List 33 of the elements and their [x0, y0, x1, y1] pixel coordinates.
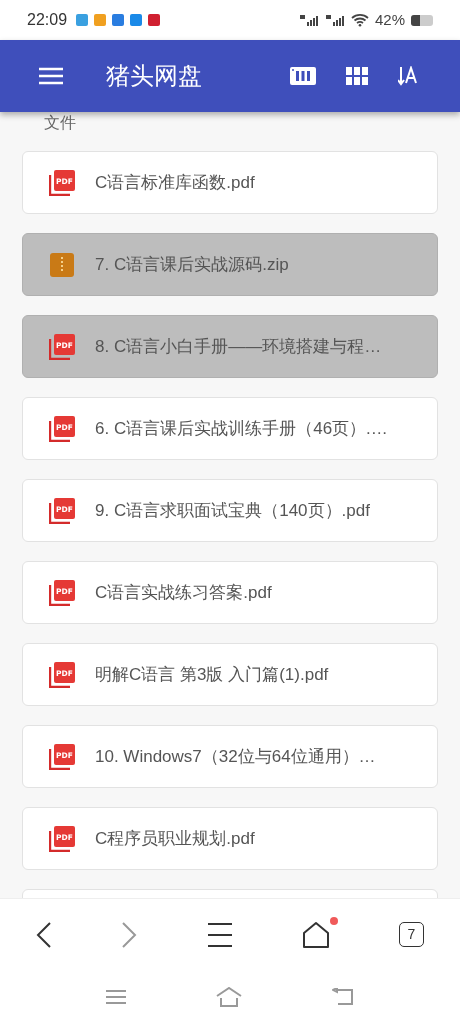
menu-icon[interactable] [206, 921, 233, 948]
back-icon[interactable] [36, 921, 52, 948]
battery-percentage: 42% [374, 9, 405, 30]
file-name: 8. C语言小白手册——环境搭建与程… [95, 335, 382, 358]
section-label: 文件 [44, 113, 76, 133]
signal-icon [324, 14, 345, 26]
file-name: 明解C语言 第3版 入门篇(1).pdf [95, 663, 329, 686]
list-view-icon[interactable] [290, 67, 316, 85]
file-name: 9. C语言求职面试宝典（140页）.pdf [95, 499, 370, 522]
file-name: C语言标准库函数.pdf [95, 171, 255, 194]
notification-icon [112, 14, 125, 26]
file-name: 6. C语言课后实战训练手册（46页）.… [95, 417, 388, 440]
file-name: C语言实战练习答案.pdf [95, 581, 272, 604]
file-item[interactable]: 7. C语言课后实战源码.zip [22, 233, 438, 296]
home-icon[interactable] [216, 987, 242, 1007]
archive-icon [50, 252, 74, 277]
notification-icon [94, 14, 107, 26]
app-title: 猪头网盘 [106, 61, 202, 91]
notification-icon [148, 14, 161, 26]
file-name: 10. Windows7（32位与64位通用）… [95, 745, 376, 768]
home-button[interactable] [301, 920, 330, 949]
grid-view-icon[interactable] [346, 67, 368, 85]
signal-icon [298, 14, 319, 26]
notification-icon [76, 14, 89, 26]
battery-icon [411, 14, 433, 26]
wifi-icon [350, 13, 369, 27]
notification-icon [130, 14, 143, 26]
tabs-button[interactable]: 7 [399, 922, 424, 947]
file-name: C程序员职业规划.pdf [95, 827, 255, 850]
forward-icon[interactable] [121, 921, 138, 948]
status-time: 22:09 [27, 10, 68, 30]
file-name: 7. C语言课后实战源码.zip [95, 253, 289, 276]
sort-icon[interactable] [398, 66, 420, 86]
